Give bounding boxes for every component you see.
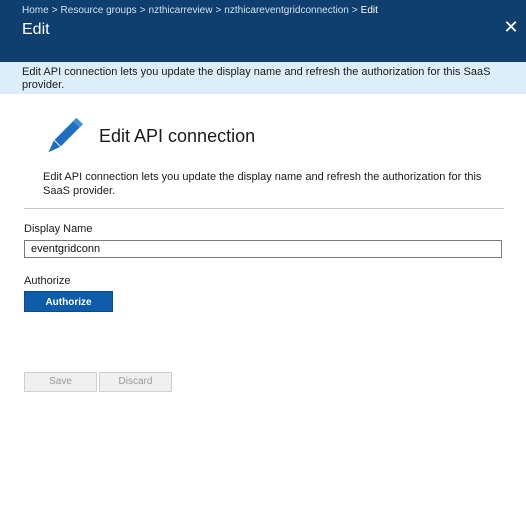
info-bar: Edit API connection lets you update the … — [0, 62, 526, 94]
divider — [24, 208, 504, 209]
blade-header: Home > Resource groups > nzthicarreview > nzth… — [0, 0, 526, 62]
page-title: Edit — [22, 21, 50, 38]
pencil-icon — [40, 114, 86, 160]
authorize-label: Authorize — [24, 275, 71, 287]
section-description: Edit API connection lets you update the … — [43, 171, 482, 197]
save-button[interactable]: Save — [24, 372, 97, 392]
authorize-button[interactable]: Authorize — [24, 291, 113, 312]
display-name-label: Display Name — [24, 223, 93, 235]
breadcrumb-separator: > — [351, 5, 358, 16]
section-title: Edit API connection — [99, 126, 256, 146]
breadcrumb-resource-groups[interactable]: Resource groups — [61, 5, 137, 16]
breadcrumb-resource-group[interactable]: nzthicarreview — [149, 5, 213, 16]
breadcrumb-connection[interactable]: nzthicareventgridconnection — [224, 5, 349, 16]
discard-button[interactable]: Discard — [99, 372, 172, 392]
breadcrumb: Home > Resource groups > nzthicarreview > nzth… — [22, 5, 378, 16]
display-name-input[interactable] — [24, 240, 502, 258]
close-icon[interactable]: ✕ — [502, 18, 520, 36]
info-message: Edit API connection lets you update the … — [22, 66, 491, 91]
breadcrumb-current: Edit — [360, 5, 378, 16]
breadcrumb-separator: > — [139, 5, 146, 16]
breadcrumb-home[interactable]: Home — [22, 5, 49, 16]
breadcrumb-separator: > — [215, 5, 222, 16]
breadcrumb-separator: > — [51, 5, 58, 16]
